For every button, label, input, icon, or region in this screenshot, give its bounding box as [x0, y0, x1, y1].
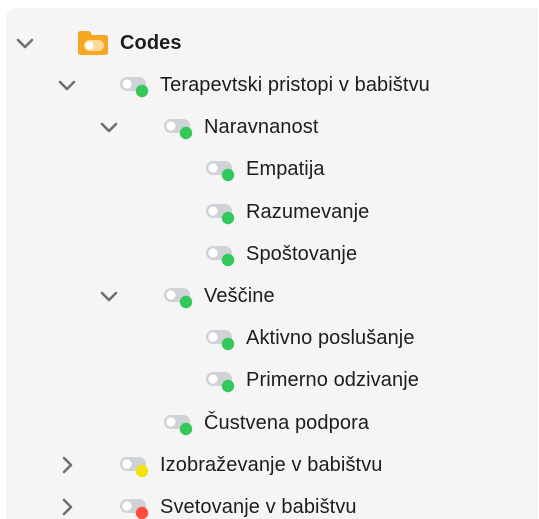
tree-item-row[interactable]: Terapevtski pristopi v babištvu	[6, 64, 538, 106]
tree-root-row[interactable]: Codes	[6, 22, 538, 64]
folder-code-icon	[76, 28, 110, 56]
tree-item-label: Spoštovanje	[246, 242, 358, 265]
tree-item-label: Razumevanje	[246, 200, 370, 223]
code-status-icon	[204, 241, 238, 269]
code-status-icon	[118, 494, 152, 519]
tree-item-row[interactable]: Izobraževanje v babištvu	[6, 444, 538, 486]
tree-root-label: Codes	[120, 32, 182, 54]
tree-item-row[interactable]: Primerno odzivanje	[6, 359, 538, 401]
tree-item-row[interactable]: Čustvena podpora	[6, 402, 538, 444]
tree-item-row[interactable]: Veščine	[6, 275, 538, 317]
code-status-icon	[204, 367, 238, 395]
code-status-icon	[162, 283, 196, 311]
tree-item-row[interactable]: Svetovanje v babištvu	[6, 486, 538, 519]
code-status-icon	[118, 72, 152, 100]
codes-tree-panel: Codes Terapevtski pristopi v babištvu Na…	[6, 8, 538, 519]
tree-item-label: Svetovanje v babištvu	[160, 496, 357, 518]
tree-item-row[interactable]: Spoštovanje	[6, 233, 538, 275]
code-status-icon	[204, 156, 238, 184]
code-status-icon	[204, 325, 238, 353]
tree-item-label: Primerno odzivanje	[246, 369, 419, 392]
chevron-down-icon[interactable]	[14, 32, 36, 54]
tree-item-label: Naravnanost	[204, 116, 319, 139]
tree-item-label: Aktivno poslušanje	[246, 327, 415, 350]
tree-item-label: Čustvena podpora	[204, 411, 370, 434]
code-status-icon	[162, 114, 196, 142]
chevron-down-icon[interactable]	[98, 285, 120, 307]
tree-item-label: Empatija	[246, 158, 325, 181]
chevron-right-icon[interactable]	[56, 496, 78, 518]
code-status-icon	[162, 410, 196, 438]
tree-item-row[interactable]: Naravnanost	[6, 106, 538, 148]
tree-item-label: Veščine	[204, 285, 275, 307]
code-status-icon	[118, 452, 152, 480]
tree-item-row[interactable]: Razumevanje	[6, 191, 538, 233]
tree-item-label: Terapevtski pristopi v babištvu	[160, 74, 430, 96]
chevron-down-icon[interactable]	[98, 116, 120, 138]
tree-item-row[interactable]: Empatija	[6, 148, 538, 190]
chevron-down-icon[interactable]	[56, 74, 78, 96]
tree-item-label: Izobraževanje v babištvu	[160, 453, 383, 476]
code-status-icon	[204, 199, 238, 227]
tree-item-row[interactable]: Aktivno poslušanje	[6, 317, 538, 359]
chevron-right-icon[interactable]	[56, 454, 78, 476]
